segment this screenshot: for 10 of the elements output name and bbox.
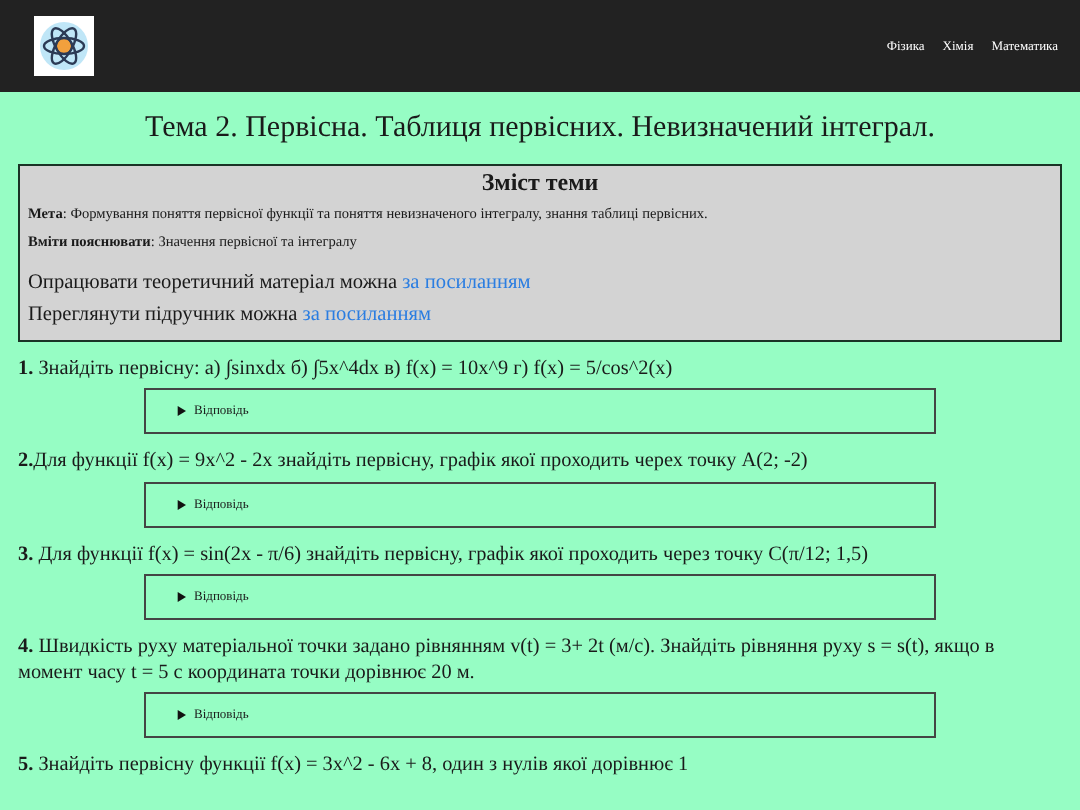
summary-heading: Зміст теми (479, 168, 601, 198)
task-text: 5. Знайдіть первісну функції f(x) = 3x^2 - 6x + 8, один з нулів якої дорівнює 1 (18, 752, 691, 779)
task-text: 3. Для функції f(x) = sin(2x - π/6) знайдіть первісну, графік якої проходить через точку C(π/12; 1,5) (18, 541, 870, 568)
task-text: 4. Швидкість руху матеріальної точки задано рівнянням v(t) = 3+ 2t (м/с). Знайдіть рівняння руху s = s(t), якщо в момент часу t = 5 с координата точки дорівнює 20 м. (18, 633, 997, 687)
task-text: 1. Знайдіть первісну: а) ∫sinxdx б) ∫5x^4dx в) f(x) = 10x^9 г) f(x) = 5/cos^2(x) (18, 356, 675, 383)
task-text: 2.Для функції f(x) = 9x^2 - 2x знайдіть первісну, графік якої проходить черех точку A(2; -2) (18, 448, 810, 475)
atom-logo-icon[interactable] (34, 16, 94, 76)
link-text: Опрацювати теоретичний матеріал можна (28, 272, 398, 294)
link-text: Переглянути підручник можна (28, 304, 298, 326)
page-title: Тема 2. Первісна. Таблиця первісних. Невизначений інтеграл. (143, 112, 937, 146)
